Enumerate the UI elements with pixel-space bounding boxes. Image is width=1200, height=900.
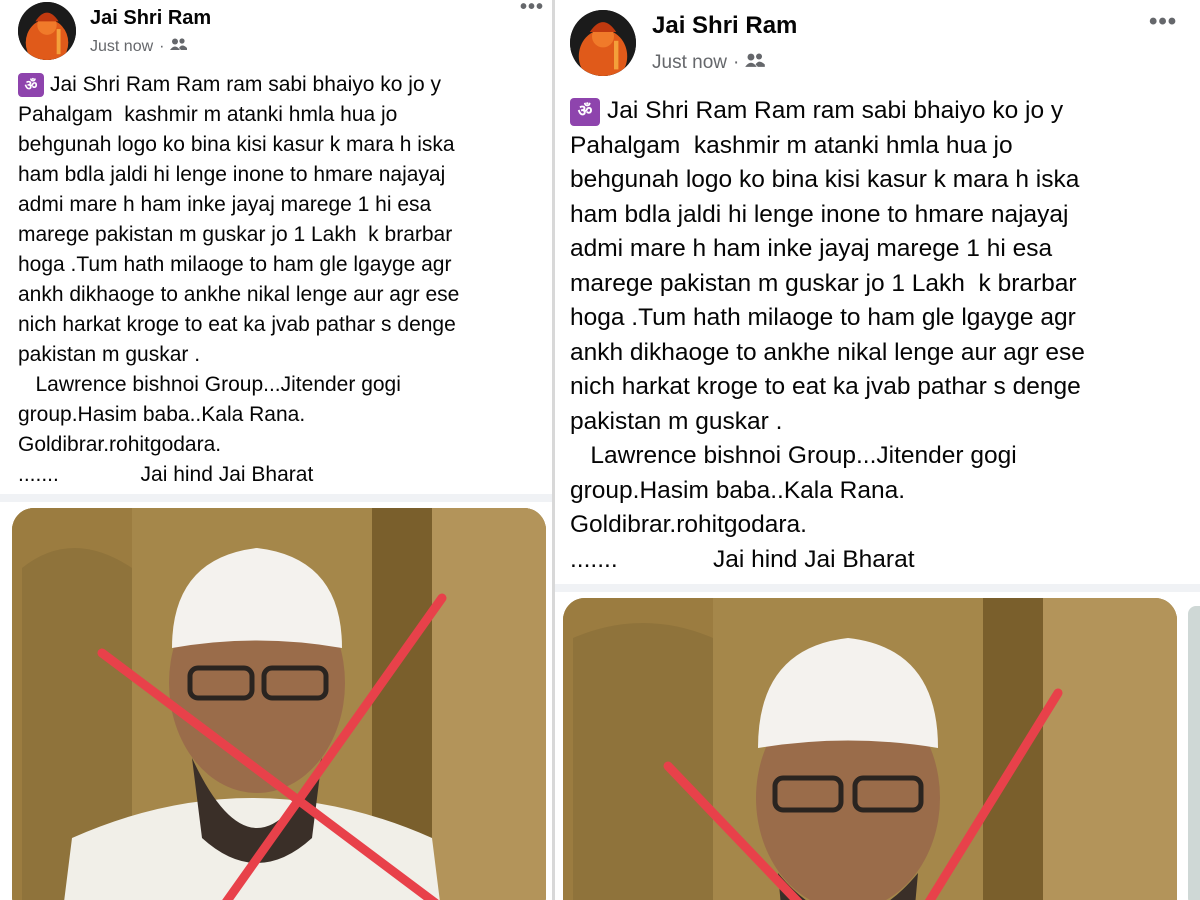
section-separator xyxy=(0,494,552,502)
post-line: ham bdla jaldi hi lenge inone to hmare n… xyxy=(570,200,1069,228)
friends-icon[interactable] xyxy=(745,52,766,74)
meta-separator: · xyxy=(732,52,740,73)
post-line: Goldibrar.rohitgodara. xyxy=(18,433,222,456)
post-line: group.Hasim baba..Kala Rana. xyxy=(18,403,306,426)
post-line: ....... Jai hind Jai Bharat xyxy=(570,545,915,573)
post-line: behgunah logo ko bina kisi kasur k mara … xyxy=(18,133,455,156)
post-meta: Just now · xyxy=(652,52,797,74)
post-line: hoga .Tum hath milaoge to ham gle lgayge… xyxy=(18,253,452,276)
post-text: ॐ Jai Shri Ram Ram ram sabi bhaiyo ko jo … xyxy=(570,94,1085,577)
post-meta: Just now · xyxy=(90,38,211,56)
post-line: marege pakistan m guskar jo 1 Lakh k bra… xyxy=(18,223,453,246)
post-line: ankh dikhaoge to ankhe nikal lenge aur a… xyxy=(570,338,1085,366)
post-line: admi mare h ham inke jayaj marege 1 hi e… xyxy=(570,235,1053,262)
post-header: Jai Shri Ram Just now · xyxy=(18,2,211,60)
post-line: Goldibrar.rohitgodara. xyxy=(570,511,807,538)
photo-image xyxy=(563,598,1177,900)
more-options-icon[interactable]: ••• xyxy=(1149,8,1177,36)
more-options-icon[interactable]: ••• xyxy=(520,0,544,19)
post-line: ॐ Jai Shri Ram Ram ram sabi bhaiyo ko jo … xyxy=(18,70,459,100)
friends-icon[interactable] xyxy=(170,37,188,56)
post-line: group.Hasim baba..Kala Rana. xyxy=(570,476,906,504)
om-icon: ॐ xyxy=(570,97,600,126)
meta-separator: · xyxy=(159,37,165,55)
post-header: Jai Shri Ram Just now · xyxy=(570,10,797,76)
post-line: Lawrence bishnoi Group...Jitender gogi xyxy=(570,442,1017,469)
timestamp[interactable]: Just now xyxy=(90,38,153,56)
author-avatar[interactable] xyxy=(18,2,76,60)
post-line: ॐ Jai Shri Ram Ram ram sabi bhaiyo ko jo … xyxy=(570,94,1085,129)
post-line: nich harkat kroge to eat ka jvab pathar … xyxy=(18,313,456,336)
post-line: ....... Jai hind Jai Bharat xyxy=(18,463,314,486)
post-line: hoga .Tum hath milaoge to ham gle lgayge… xyxy=(570,304,1076,331)
post-line: ham bdla jaldi hi lenge inone to hmare n… xyxy=(18,163,446,186)
author-name[interactable]: Jai Shri Ram xyxy=(652,12,797,40)
post-line: pakistan m guskar . xyxy=(18,343,201,366)
next-photo-edge[interactable] xyxy=(1188,606,1200,900)
post-line: admi mare h ham inke jayaj marege 1 hi e… xyxy=(18,193,432,216)
post-text: ॐ Jai Shri Ram Ram ram sabi bhaiyo ko jo … xyxy=(18,70,459,490)
post-line: ankh dikhaoge to ankhe nikal lenge aur a… xyxy=(18,283,460,306)
post-photo[interactable] xyxy=(12,508,546,900)
post-line: nich harkat kroge to eat ka jvab pathar … xyxy=(570,373,1081,400)
post-line: Pahalgam kashmir m atanki hmla hua jo xyxy=(18,103,398,126)
om-icon: ॐ xyxy=(18,73,44,98)
author-avatar[interactable] xyxy=(570,10,636,76)
section-separator xyxy=(555,584,1200,592)
post-line: marege pakistan m guskar jo 1 Lakh k bra… xyxy=(570,269,1077,297)
avatar-image xyxy=(570,10,636,76)
post-line: Pahalgam kashmir m atanki hmla hua jo xyxy=(570,131,1013,159)
avatar-image xyxy=(18,2,76,60)
photo-image xyxy=(12,508,546,900)
post-line: behgunah logo ko bina kisi kasur k mara … xyxy=(570,166,1080,193)
post-photo[interactable] xyxy=(563,598,1177,900)
left-screenshot-panel: Jai Shri Ram Just now · ••• ॐ Jai Shri Ra… xyxy=(0,0,552,900)
right-screenshot-panel: Jai Shri Ram Just now · ••• ॐ Jai Shri Ra… xyxy=(555,0,1200,900)
post-line: pakistan m guskar . xyxy=(570,407,783,435)
author-name[interactable]: Jai Shri Ram xyxy=(90,7,211,30)
timestamp[interactable]: Just now xyxy=(652,52,727,74)
post-line: Lawrence bishnoi Group...Jitender gogi xyxy=(18,373,401,396)
